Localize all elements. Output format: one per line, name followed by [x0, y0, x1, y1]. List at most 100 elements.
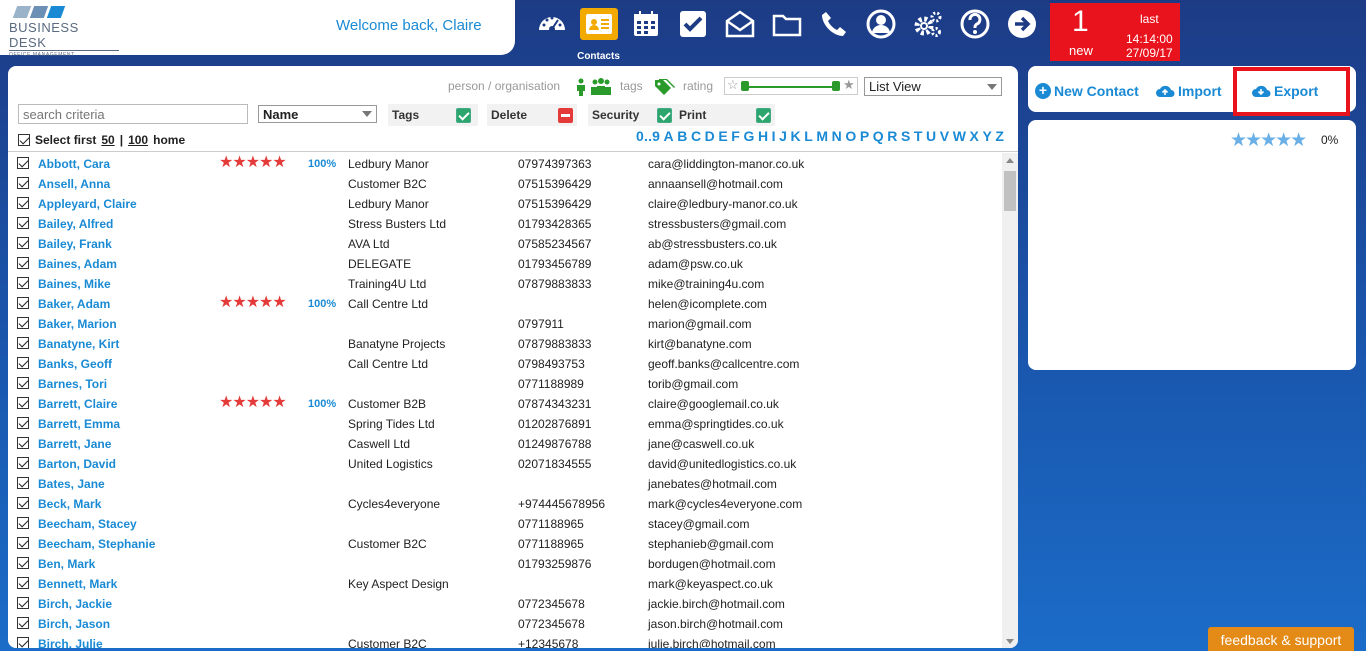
nav-help[interactable]: [951, 6, 998, 42]
contact-name[interactable]: Bennett, Mark: [38, 577, 117, 591]
contact-email[interactable]: david@unitedlogistics.co.uk: [648, 457, 796, 471]
contact-name[interactable]: Birch, Jackie: [38, 597, 112, 611]
row-checkbox[interactable]: [17, 557, 29, 569]
contact-email[interactable]: mark@keyaspect.co.uk: [648, 577, 773, 591]
scroll-down-arrow[interactable]: [1006, 639, 1014, 644]
alpha-letter[interactable]: 0..9: [636, 128, 660, 144]
alpha-letter[interactable]: Y: [982, 128, 992, 144]
export-button[interactable]: Export: [1251, 83, 1318, 99]
contact-row[interactable]: Bennett, Mark Key Aspect Design mark@keyas…: [8, 574, 1003, 594]
contact-name[interactable]: Beck, Mark: [38, 497, 101, 511]
row-checkbox[interactable]: [17, 277, 29, 289]
contact-email[interactable]: torib@gmail.com: [648, 377, 738, 391]
alpha-letter[interactable]: U: [926, 128, 936, 144]
alpha-letter[interactable]: B: [677, 128, 687, 144]
contact-name[interactable]: Ansell, Anna: [38, 177, 110, 191]
contact-row[interactable]: Bailey, Frank AVA Ltd 07585234567 ab@stress…: [8, 234, 1003, 254]
row-checkbox[interactable]: [17, 637, 29, 648]
alpha-letter[interactable]: O: [845, 128, 856, 144]
rating-slider[interactable]: ☆ ★: [724, 77, 858, 95]
contact-row[interactable]: Birch, Jackie 0772345678 jackie.birch@hotm…: [8, 594, 1003, 614]
home-link[interactable]: home: [153, 133, 185, 147]
search-input[interactable]: [18, 104, 248, 124]
contact-row[interactable]: Barrett, Claire ★★★★★ 100% Customer B2B 0787…: [8, 394, 1003, 414]
contact-name[interactable]: Bailey, Frank: [38, 237, 112, 251]
contact-row[interactable]: Bates, Jane janebates@hotmail.com: [8, 474, 1003, 494]
contact-name[interactable]: Baines, Adam: [38, 257, 117, 271]
row-checkbox[interactable]: [17, 177, 29, 189]
row-checkbox[interactable]: [17, 477, 29, 489]
alpha-letter[interactable]: S: [901, 128, 911, 144]
row-checkbox[interactable]: [17, 337, 29, 349]
alpha-letter[interactable]: Z: [995, 128, 1004, 144]
row-checkbox[interactable]: [17, 597, 29, 609]
contact-email[interactable]: stressbusters@gmail.com: [648, 217, 786, 231]
security-checkbox[interactable]: [657, 107, 672, 123]
delete-checkbox[interactable]: [558, 107, 573, 123]
contact-name[interactable]: Barton, David: [38, 457, 116, 471]
row-checkbox[interactable]: [17, 197, 29, 209]
contact-name[interactable]: Abbott, Cara: [38, 157, 110, 171]
contact-name[interactable]: Baines, Mike: [38, 277, 111, 291]
alpha-letter[interactable]: E: [718, 128, 728, 144]
business-desk-logo[interactable]: BUSINESS DESK OFFICE MANAGEMENT: [9, 6, 119, 58]
contact-email[interactable]: marion@gmail.com: [648, 317, 752, 331]
import-button[interactable]: Import: [1155, 83, 1222, 99]
alpha-letter[interactable]: X: [970, 128, 980, 144]
alpha-letter[interactable]: P: [860, 128, 870, 144]
row-checkbox[interactable]: [17, 217, 29, 229]
contact-row[interactable]: Barrett, Emma Spring Tides Ltd 01202876891…: [8, 414, 1003, 434]
contact-row[interactable]: Baines, Adam DELEGATE 01793456789 adam@psw.…: [8, 254, 1003, 274]
contact-name[interactable]: Appleyard, Claire: [38, 197, 137, 211]
nav-contacts[interactable]: Contacts: [575, 6, 622, 62]
alpha-letter[interactable]: Q: [873, 128, 884, 144]
feedback-support-button[interactable]: feedback & support: [1208, 627, 1354, 651]
contact-email[interactable]: adam@psw.co.uk: [648, 257, 743, 271]
contact-name[interactable]: Barrett, Jane: [38, 437, 111, 451]
contact-name[interactable]: Ben, Mark: [38, 557, 95, 571]
contact-email[interactable]: helen@icomplete.com: [648, 297, 767, 311]
nav-calendar[interactable]: [622, 6, 669, 42]
contact-email[interactable]: claire@googlemail.co.uk: [648, 397, 779, 411]
tags-toggle[interactable]: Tags: [388, 104, 478, 126]
contact-name[interactable]: Barrett, Emma: [38, 417, 120, 431]
nav-mail[interactable]: [716, 6, 763, 42]
contact-row[interactable]: Baker, Adam ★★★★★ 100% Call Centre Ltd helen…: [8, 294, 1003, 314]
contact-name[interactable]: Banatyne, Kirt: [38, 337, 119, 351]
contact-email[interactable]: annaansell@hotmail.com: [648, 177, 783, 191]
alpha-letter[interactable]: J: [779, 128, 787, 144]
row-checkbox[interactable]: [17, 537, 29, 549]
rating-slider-min-handle[interactable]: [741, 81, 749, 91]
contact-row[interactable]: Baker, Marion 0797911 marion@gmail.com: [8, 314, 1003, 334]
contact-name[interactable]: Beecham, Stacey: [38, 517, 137, 531]
sort-select[interactable]: Name: [258, 105, 377, 123]
row-checkbox[interactable]: [17, 577, 29, 589]
contact-email[interactable]: kirt@banatyne.com: [648, 337, 752, 351]
contact-row[interactable]: Barrett, Jane Caswell Ltd 01249876788 jane@…: [8, 434, 1003, 454]
contact-email[interactable]: emma@springtides.co.uk: [648, 417, 784, 431]
person-icon[interactable]: [576, 78, 586, 96]
contact-email[interactable]: geoff.banks@callcentre.com: [648, 357, 799, 371]
contact-name[interactable]: Baker, Marion: [38, 317, 117, 331]
contact-email[interactable]: julie.birch@hotmail.com: [648, 637, 776, 648]
contact-email[interactable]: ab@stressbusters.co.uk: [648, 237, 777, 251]
contact-name[interactable]: Bates, Jane: [38, 477, 105, 491]
print-checkbox[interactable]: [756, 107, 771, 123]
contact-row[interactable]: Bailey, Alfred Stress Busters Ltd 01793428…: [8, 214, 1003, 234]
alpha-letter[interactable]: A: [664, 128, 674, 144]
row-checkbox[interactable]: [17, 297, 29, 309]
scroll-thumb[interactable]: [1004, 171, 1016, 211]
delete-toggle[interactable]: Delete: [487, 104, 577, 126]
alpha-letter[interactable]: I: [772, 128, 776, 144]
select-first-checkbox[interactable]: [18, 134, 30, 146]
select-50-link[interactable]: 50: [101, 133, 114, 147]
contact-row[interactable]: Abbott, Cara ★★★★★ 100% Ledbury Manor 079743…: [8, 154, 1003, 174]
alpha-letter[interactable]: W: [953, 128, 966, 144]
alpha-letter[interactable]: M: [816, 128, 828, 144]
row-checkbox[interactable]: [17, 317, 29, 329]
contact-email[interactable]: jackie.birch@hotmail.com: [648, 597, 785, 611]
nav-dashboard[interactable]: [528, 6, 575, 42]
contact-email[interactable]: bordugen@hotmail.com: [648, 557, 776, 571]
contact-name[interactable]: Beecham, Stephanie: [38, 537, 155, 551]
alpha-letter[interactable]: R: [887, 128, 897, 144]
